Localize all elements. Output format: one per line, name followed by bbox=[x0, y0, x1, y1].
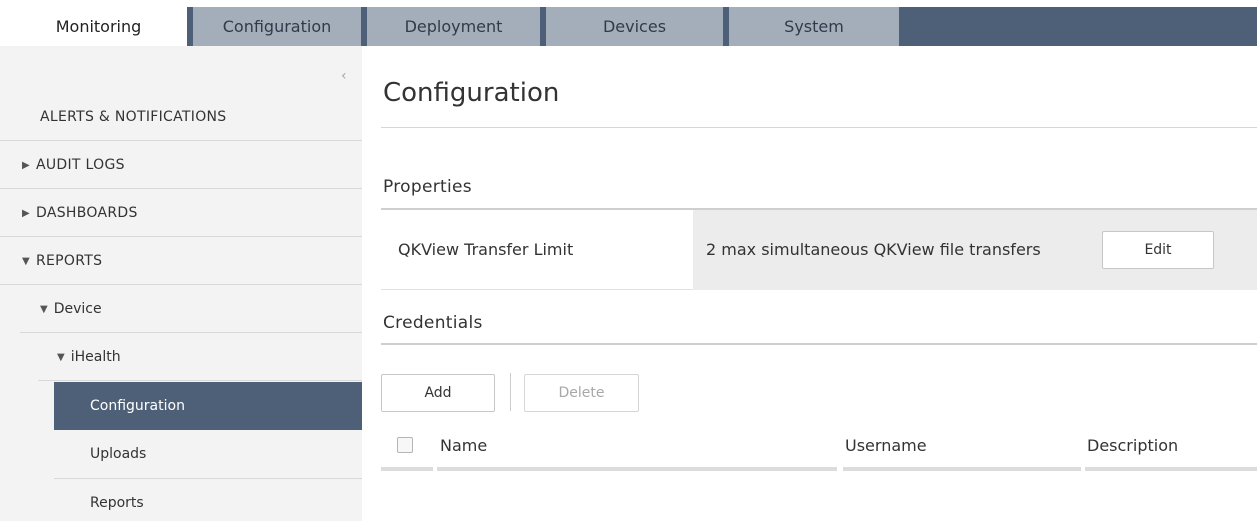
caret-down-icon: ▼ bbox=[40, 303, 48, 315]
section-divider bbox=[381, 343, 1257, 345]
page-title: Configuration bbox=[383, 78, 560, 108]
column-header-name[interactable]: Name bbox=[440, 436, 487, 455]
caret-right-icon: ▶ bbox=[22, 207, 30, 219]
column-underline bbox=[1085, 467, 1257, 471]
select-all-checkbox[interactable] bbox=[397, 437, 413, 453]
sidebar-item-device[interactable]: ▼ Device bbox=[0, 285, 362, 333]
sidebar-item-label: ALERTS & NOTIFICATIONS bbox=[40, 109, 227, 125]
sidebar-item-reports-sub[interactable]: Reports bbox=[54, 479, 362, 521]
sidebar-item-label: AUDIT LOGS bbox=[36, 157, 125, 173]
tab-configuration[interactable]: Configuration bbox=[193, 7, 361, 46]
sidebar-item-label: Uploads bbox=[90, 446, 147, 462]
top-navigation-bar: Monitoring Configuration Deployment Devi… bbox=[0, 0, 1257, 46]
sidebar-item-label: iHealth bbox=[70, 349, 121, 365]
add-button[interactable]: Add bbox=[381, 374, 495, 412]
tab-devices[interactable]: Devices bbox=[546, 7, 723, 46]
column-header-description[interactable]: Description bbox=[1087, 436, 1178, 455]
column-underline bbox=[843, 467, 1081, 471]
title-divider bbox=[381, 127, 1257, 128]
edit-button[interactable]: Edit bbox=[1102, 231, 1214, 269]
property-label: QKView Transfer Limit bbox=[398, 240, 574, 259]
delete-button[interactable]: Delete bbox=[524, 374, 639, 412]
sidebar-item-dashboards[interactable]: ▶ DASHBOARDS bbox=[0, 189, 362, 237]
sidebar-item-label: Reports bbox=[90, 495, 144, 511]
tab-system[interactable]: System bbox=[729, 7, 899, 46]
property-value: 2 max simultaneous QKView file transfers bbox=[706, 240, 1041, 259]
sidebar-item-alerts-notifications[interactable]: ALERTS & NOTIFICATIONS bbox=[0, 93, 362, 141]
column-header-username[interactable]: Username bbox=[845, 436, 927, 455]
sidebar-item-uploads[interactable]: Uploads bbox=[54, 430, 362, 478]
tab-deployment[interactable]: Deployment bbox=[367, 7, 540, 46]
column-underline bbox=[437, 467, 837, 471]
caret-down-icon: ▼ bbox=[57, 351, 65, 363]
caret-right-icon: ▶ bbox=[22, 159, 30, 171]
credentials-table-body bbox=[381, 482, 1257, 521]
divider bbox=[38, 380, 362, 381]
sidebar-item-audit-logs[interactable]: ▶ AUDIT LOGS bbox=[0, 141, 362, 189]
caret-down-icon: ▼ bbox=[22, 255, 30, 267]
column-underline bbox=[381, 467, 433, 471]
properties-section-title: Properties bbox=[383, 177, 472, 197]
sidebar-item-label: REPORTS bbox=[36, 253, 103, 269]
chevron-left-icon[interactable]: ‹ bbox=[341, 68, 347, 84]
sidebar-item-label: Configuration bbox=[90, 398, 185, 414]
button-separator bbox=[510, 373, 511, 411]
sidebar-item-ihealth[interactable]: ▼ iHealth bbox=[0, 333, 362, 381]
sidebar-item-label: DASHBOARDS bbox=[36, 205, 138, 221]
tab-monitoring[interactable]: Monitoring bbox=[10, 7, 187, 46]
sidebar-item-configuration[interactable]: Configuration bbox=[54, 382, 362, 430]
sidebar-item-label: Device bbox=[53, 301, 102, 317]
credentials-section-title: Credentials bbox=[383, 313, 483, 333]
sidebar-item-reports[interactable]: ▼ REPORTS bbox=[0, 237, 362, 285]
